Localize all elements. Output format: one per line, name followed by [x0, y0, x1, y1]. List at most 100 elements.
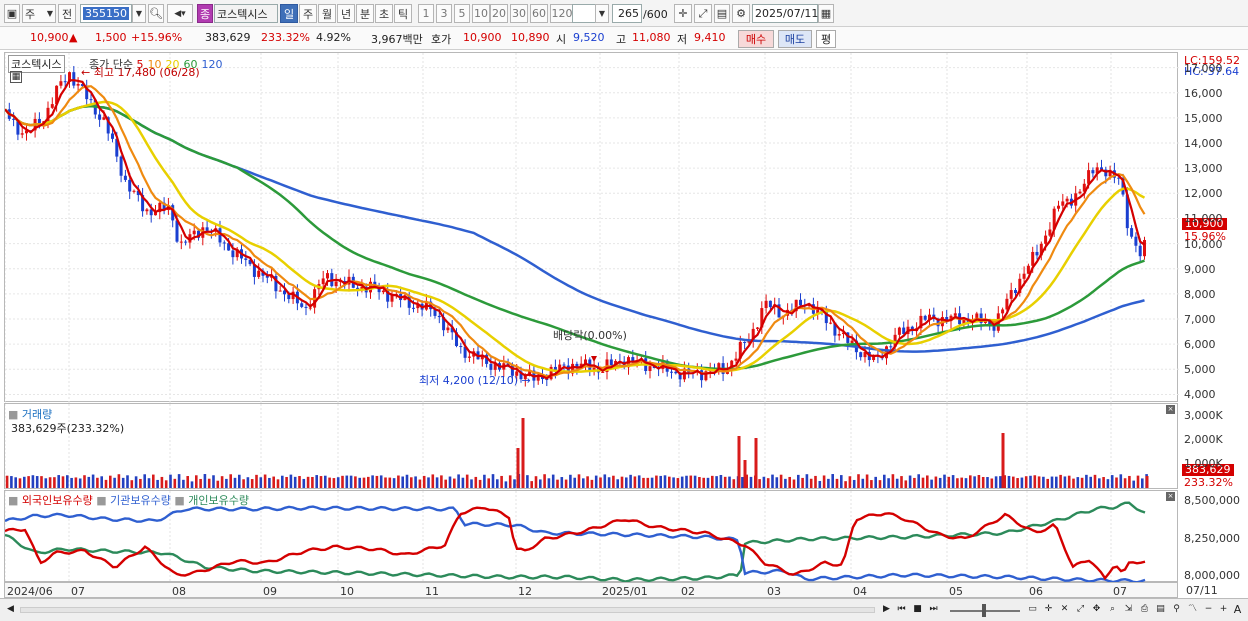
scroll-left-icon[interactable]: ◀ [4, 603, 17, 616]
prev-button[interactable]: 전 [58, 4, 76, 23]
interval-button-6[interactable]: 60 [530, 4, 548, 23]
price-panel[interactable]: ← 최고 17,480 (06/28) 최저 4,200 (12/10) → 배당락… [4, 52, 1179, 403]
save-icon[interactable]: ▤ [1154, 603, 1167, 616]
layout-icon[interactable]: ▣ [4, 4, 20, 23]
volume-bar [655, 475, 658, 488]
volume-bar [1016, 478, 1019, 488]
volume-bar [263, 474, 267, 488]
stop-icon[interactable]: ■ [911, 603, 924, 616]
search-icon[interactable]: 🔍︎ [148, 4, 164, 23]
period-tab-3[interactable]: 년 [337, 4, 355, 23]
cross-icon[interactable]: ✕ [1058, 603, 1071, 616]
bid-price: 10,890 [511, 31, 550, 44]
date-input[interactable]: 2025/07/11 [752, 4, 818, 23]
period-tab-0[interactable]: 일 [280, 4, 298, 23]
market-label: 주 [25, 7, 36, 21]
candle-body [175, 220, 179, 242]
volume-bar [1055, 476, 1058, 488]
chart-area[interactable]: ← 최고 17,480 (06/28) 최저 4,200 (12/10) → 배당락… [0, 50, 1248, 598]
volume-bar [582, 478, 585, 488]
period-tab-1[interactable]: 주 [299, 4, 317, 23]
volume-value: 383,629주(233.32%) [11, 422, 125, 435]
crosshair-icon[interactable]: ✛ [674, 4, 692, 23]
chevron-down-icon[interactable]: ▼ [595, 4, 609, 23]
table-icon[interactable]: ▦ [10, 71, 22, 83]
zoom-out-icon[interactable]: − [1202, 603, 1215, 616]
scrollbar[interactable] [20, 607, 875, 613]
volume-bar [569, 474, 572, 488]
volume-bar [1024, 476, 1028, 488]
interval-button-4[interactable]: 20 [490, 4, 508, 23]
volume-bar [956, 478, 959, 488]
price-axis-tick: 16,000 [1184, 86, 1223, 100]
volume-bar [328, 477, 331, 488]
volume-bar [358, 477, 361, 488]
close-icon[interactable]: × [1166, 492, 1175, 501]
eval-button[interactable]: 평 [816, 30, 836, 48]
rewind-icon[interactable]: ⏮ [895, 603, 908, 616]
volume-panel[interactable]: ■ 거래량 383,629주(233.32%) × [4, 403, 1178, 490]
volume-bar [272, 476, 275, 488]
font-size-icon[interactable]: A [1231, 603, 1244, 616]
bid-label: 호가 [431, 33, 452, 46]
interval-button-2[interactable]: 5 [454, 4, 470, 23]
speaker-icon[interactable]: ◀▾ [167, 4, 193, 23]
zoom-slider-thumb[interactable] [982, 604, 986, 617]
candle-body [609, 359, 613, 366]
graph-icon[interactable]: 〽 [1186, 603, 1199, 616]
volume-bar [1132, 480, 1135, 488]
period-tab-5[interactable]: 초 [375, 4, 393, 23]
print-icon[interactable]: ⎙ [1138, 603, 1151, 616]
zoom-in-icon[interactable]: + [1217, 603, 1230, 616]
volume-bar [766, 478, 770, 488]
price-axis-tick: 13,000 [1184, 162, 1223, 176]
market-select[interactable]: 주 ▼ [22, 4, 56, 23]
interval-button-5[interactable]: 30 [510, 4, 528, 23]
candle-body [98, 114, 102, 120]
volume-bar [289, 474, 293, 488]
save-icon[interactable]: ▤ [714, 4, 730, 23]
holding-panel[interactable]: ■ 외국인보유수량 ■ 기관보유수량 ■ 개인보유수량 × [4, 490, 1178, 583]
count-input[interactable]: 265 [612, 4, 642, 23]
interval-button-0[interactable]: 1 [418, 4, 434, 23]
candle-body [205, 227, 209, 231]
volume-bar [1136, 475, 1140, 488]
volume-bar [465, 474, 469, 488]
period-tab-2[interactable]: 월 [318, 4, 336, 23]
ask-price: 10,900 [463, 31, 502, 44]
crosshair-icon[interactable]: ✛ [1042, 603, 1055, 616]
sell-button[interactable]: 매도 [778, 30, 812, 48]
candle-body [1143, 240, 1146, 257]
pin-icon[interactable]: ⚲ [1170, 603, 1183, 616]
close-icon[interactable]: × [1166, 405, 1175, 414]
window-icon[interactable]: ▭ [1026, 603, 1039, 616]
volume-bar [27, 476, 30, 488]
move-icon[interactable]: ✥ [1090, 603, 1103, 616]
buy-button[interactable]: 매수 [738, 30, 774, 48]
volume-bar [586, 476, 589, 488]
volume-bar [969, 475, 972, 488]
interval-button-3[interactable]: 10 [472, 4, 490, 23]
gear-icon[interactable]: ⚙ [732, 4, 750, 23]
calendar-icon[interactable]: ▦ [818, 4, 834, 23]
period-tab-6[interactable]: 틱 [394, 4, 412, 23]
volume-bar [57, 475, 60, 488]
volume-bar [410, 477, 413, 488]
fullscreen-icon[interactable]: ⤢ [694, 4, 712, 23]
chevron-down-icon[interactable]: ▼ [132, 4, 146, 23]
volume-bar [483, 474, 486, 488]
code-input[interactable]: 355150 [80, 4, 132, 23]
price-axis-tick: 12,000 [1184, 187, 1223, 201]
volume-bar [788, 476, 791, 488]
volume-bar [315, 475, 318, 488]
scroll-right-icon[interactable]: ▶ [880, 603, 893, 616]
export-icon[interactable]: ⇲ [1122, 603, 1135, 616]
forward-icon[interactable]: ⏭ [927, 603, 940, 616]
candle-body [446, 327, 450, 331]
period-tab-4[interactable]: 분 [356, 4, 374, 23]
volume-bar [109, 475, 112, 488]
interval-button-7[interactable]: 120 [550, 4, 574, 23]
interval-button-1[interactable]: 3 [436, 4, 452, 23]
expand-icon[interactable]: ⤢ [1074, 603, 1087, 616]
zoom-icon[interactable]: ⌕ [1106, 603, 1119, 616]
